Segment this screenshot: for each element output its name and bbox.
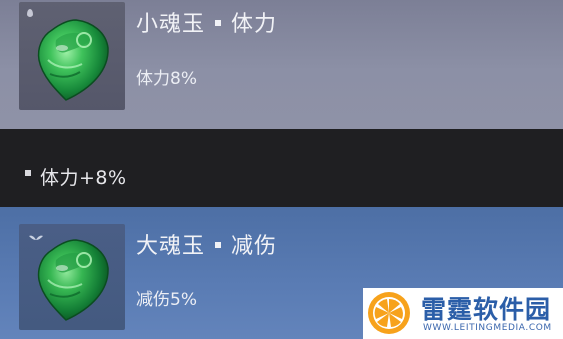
watermark-url: WWW.LEITINGMEDIA.COM bbox=[423, 323, 552, 333]
drop-icon bbox=[27, 9, 33, 17]
item-title: 小魂玉 体力 bbox=[136, 6, 277, 38]
watermark-name: 雷霆软件园 bbox=[421, 295, 552, 324]
item-name: 大魂玉 bbox=[136, 234, 206, 259]
item-title: 大魂玉 减伤 bbox=[136, 228, 277, 260]
green-jade-shield-icon bbox=[37, 19, 109, 101]
item-icon-frame bbox=[19, 224, 125, 330]
orange-slice-logo-icon bbox=[368, 292, 410, 334]
item-stat-type: 减伤 bbox=[231, 234, 278, 259]
item-icon-frame bbox=[19, 2, 125, 110]
watermark: 雷霆软件园 WWW.LEITINGMEDIA.COM bbox=[363, 288, 563, 339]
item-description: 体力8% bbox=[136, 69, 197, 89]
green-jade-shield-icon bbox=[37, 239, 109, 321]
separator-dot bbox=[215, 20, 222, 26]
bullet-icon bbox=[25, 170, 31, 176]
item-description: 减伤5% bbox=[136, 290, 197, 310]
item-name: 小魂玉 bbox=[136, 12, 206, 37]
item-stat-type: 体力 bbox=[231, 12, 278, 37]
item-card-small-soul-jade[interactable]: 小魂玉 体力 体力8% bbox=[0, 0, 563, 129]
item-tooltip-screen: 小魂玉 体力 体力8% 体力+8% 大魂玉 减伤 减伤5% 雷霆软件园 WWW.… bbox=[0, 0, 563, 339]
separator-dot bbox=[215, 242, 222, 248]
bonus-line: 体力+8% bbox=[40, 167, 127, 189]
